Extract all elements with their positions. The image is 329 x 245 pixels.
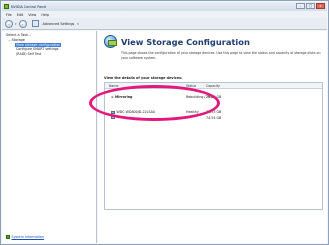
menu-help[interactable]: Help: [41, 13, 49, 17]
system-information-label: System Information: [11, 235, 44, 239]
column-header-name[interactable]: Name: [109, 83, 118, 89]
array-name: Mirroring: [115, 95, 133, 99]
page-title: View Storage Configuration: [121, 36, 250, 47]
disk-name: WDC WD800JD-22LSA0: [116, 110, 155, 114]
title-bar[interactable]: NVIDIA Control Panel – □ x: [2, 2, 327, 11]
window-controls: – □ x: [296, 3, 325, 9]
menu-view[interactable]: View: [28, 13, 36, 17]
sidebar-item-self-test[interactable]: (RAID) Self Test: [15, 52, 42, 57]
page-description: This page shows the configuration of you…: [121, 51, 321, 60]
hard-drive-icon: [111, 111, 115, 114]
task-heading: Select a Task...: [6, 33, 32, 37]
content-pane: View Storage Configuration This page sho…: [98, 31, 327, 243]
task-sidebar: Select a Task... − Storage View storage …: [2, 31, 97, 243]
window-title: NVIDIA Control Panel: [11, 4, 47, 9]
minimize-button[interactable]: –: [296, 3, 305, 9]
collapse-icon[interactable]: −: [8, 38, 11, 42]
storage-icon: [104, 35, 117, 48]
back-button[interactable]: ‹: [5, 19, 13, 28]
nvidia-logo-icon: [4, 4, 9, 9]
advanced-settings-button[interactable]: Advanced Settings: [43, 22, 75, 26]
table-header: Name Status Capacity: [105, 83, 322, 89]
row-capacity: 74.53 GB: [206, 110, 222, 114]
row-name-cell: ⊕ Mirroring: [111, 95, 132, 100]
table-row[interactable]: ⊕ Mirroring Rebuilding (29%) 75.00 GB: [105, 95, 322, 100]
row-capacity: 75.00 GB: [206, 95, 222, 99]
forward-button[interactable]: ›: [18, 19, 27, 28]
system-info-icon: [6, 235, 10, 239]
app-window: NVIDIA Control Panel – □ x File Edit Vie…: [0, 0, 329, 245]
row-name-cell: WDC WD800JD-22LSA0: [111, 110, 155, 115]
chevron-down-icon[interactable]: ▾: [77, 22, 79, 26]
row-status: Healthy: [186, 110, 199, 114]
expand-icon[interactable]: ⊕: [111, 95, 114, 100]
toolbar: ‹ ▾ › Advanced Settings ▾: [2, 18, 327, 30]
system-information-link[interactable]: System Information: [6, 235, 44, 239]
advanced-settings-icon[interactable]: [31, 20, 39, 27]
tree-root-label: Storage: [11, 38, 25, 42]
close-button[interactable]: x: [316, 3, 325, 9]
row-name-cell: [111, 116, 117, 119]
table-row[interactable]: WDC WD800JD-22LSA0 Healthy 74.53 GB: [105, 110, 322, 115]
section-heading: View the details of your storage devices…: [104, 76, 183, 80]
back-dropdown-icon[interactable]: ▾: [15, 22, 17, 26]
column-header-capacity[interactable]: Capacity: [206, 83, 220, 89]
page-header: View Storage Configuration: [104, 35, 250, 48]
tree-root-storage[interactable]: − Storage: [8, 38, 25, 42]
row-capacity: 74.54 GB: [206, 116, 222, 120]
menu-bar: File Edit View Help: [2, 11, 327, 18]
table-row[interactable]: 74.54 GB: [105, 116, 322, 121]
menu-file[interactable]: File: [6, 13, 12, 17]
hard-drive-icon: [111, 116, 115, 119]
column-header-status[interactable]: Status: [186, 83, 196, 89]
menu-edit[interactable]: Edit: [17, 13, 24, 17]
storage-device-table: Name Status Capacity ⊕ Mirroring Rebuild…: [104, 82, 323, 210]
maximize-button[interactable]: □: [306, 3, 315, 9]
